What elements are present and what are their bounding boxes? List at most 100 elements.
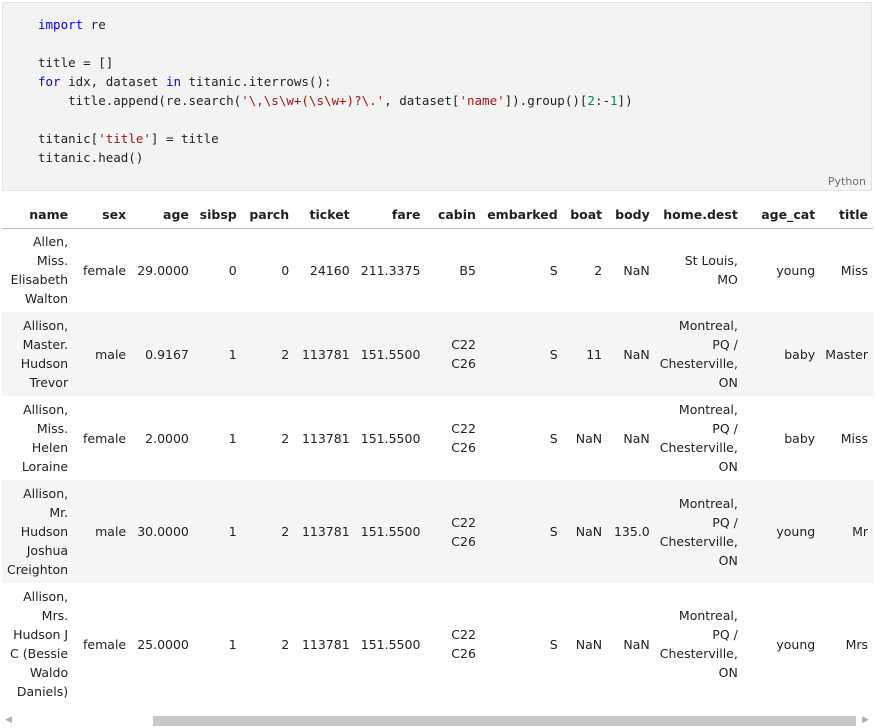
scrollbar-thumb[interactable] bbox=[153, 716, 856, 726]
code-token: ] = title bbox=[150, 131, 219, 146]
code-token: ]) bbox=[617, 93, 633, 108]
cell-parch: 2 bbox=[241, 480, 295, 583]
cell-line: Walton bbox=[24, 291, 69, 307]
code-editor[interactable]: import re title = [] for idx, dataset in t… bbox=[38, 15, 633, 167]
code-token: title = [] bbox=[38, 55, 114, 70]
table-row: Allison, Mr. Hudson Joshua Creighton male 30.0… bbox=[2, 480, 873, 583]
scroll-right-arrow-icon[interactable]: ▶ bbox=[862, 714, 869, 726]
cell-body: NaN bbox=[607, 396, 655, 480]
cell-line: Chesterville, bbox=[659, 533, 738, 549]
column-header-ticket: ticket bbox=[294, 201, 355, 229]
cell-boat: NaN bbox=[562, 583, 608, 705]
cell-sibsp: 1 bbox=[193, 583, 242, 705]
table-header-row: name sex age sibsp parch ticket fare cabin embar… bbox=[2, 201, 873, 229]
cell-age: 25.0000 bbox=[131, 583, 194, 705]
cell-fare: 211.3375 bbox=[354, 228, 426, 312]
code-token: ]).group()[ bbox=[504, 93, 588, 108]
code-cell[interactable]: import re title = [] for idx, dataset in t… bbox=[2, 2, 872, 191]
cell-name: Allison, Mr. Hudson Joshua Creighton bbox=[2, 480, 74, 583]
column-header-parch: parch bbox=[241, 201, 295, 229]
cell-line: Joshua bbox=[26, 543, 69, 558]
cell-title: Master bbox=[820, 312, 873, 396]
column-header-embarked: embarked bbox=[480, 201, 563, 229]
cell-line: Montreal, bbox=[678, 402, 738, 417]
cell-age: 29.0000 bbox=[131, 228, 194, 312]
cell-line: Allen, bbox=[33, 234, 69, 250]
cell-name: Allison, Mrs. Hudson J C (Bessie Waldo Daniel… bbox=[2, 583, 74, 705]
code-token: titanic[ bbox=[38, 131, 99, 146]
table-row: Allison, Miss. Helen Loraine female 2.0000 1 2 1… bbox=[2, 396, 873, 480]
cell-line: PQ / bbox=[712, 421, 738, 436]
cell-line: Allison, bbox=[23, 486, 69, 501]
code-token: 'name' bbox=[459, 93, 505, 108]
cell-line: Hudson bbox=[20, 524, 69, 539]
cell-line: C26 bbox=[451, 440, 476, 455]
cell-fare: 151.5500 bbox=[354, 583, 426, 705]
horizontal-scrollbar[interactable]: ◀ ▶ bbox=[0, 712, 875, 728]
cell-line: Allison, bbox=[23, 589, 69, 604]
cell-body: NaN bbox=[607, 228, 655, 312]
cell-cabin: C22 C26 bbox=[425, 396, 481, 480]
dataframe-table: name sex age sibsp parch ticket fare cabin embar… bbox=[2, 201, 873, 705]
cell-sibsp: 1 bbox=[193, 312, 242, 396]
cell-ticket: 113781 bbox=[294, 312, 355, 396]
code-token: title.append(re.search( bbox=[38, 93, 242, 108]
cell-line: Master. bbox=[22, 337, 69, 352]
cell-sex: female bbox=[73, 228, 132, 312]
cell-line: Mrs. bbox=[41, 608, 69, 623]
column-header-sex: sex bbox=[73, 201, 132, 229]
scroll-left-arrow-icon[interactable]: ◀ bbox=[5, 714, 12, 726]
cell-output: name sex age sibsp parch ticket fare cabin embar… bbox=[2, 201, 873, 707]
code-token: 1 bbox=[610, 93, 618, 108]
cell-home-dest: Montreal, PQ / Chesterville, ON bbox=[654, 312, 743, 396]
column-header-home-dest: home.dest bbox=[654, 201, 743, 229]
cell-line: Miss. bbox=[36, 421, 69, 436]
cell-title: Mrs bbox=[820, 583, 873, 705]
cell-line: C22 bbox=[451, 421, 476, 436]
column-header-age: age bbox=[131, 201, 194, 229]
code-token: , dataset[ bbox=[384, 93, 460, 108]
code-line: title = [] bbox=[38, 53, 633, 72]
cell-line: ON bbox=[718, 375, 738, 390]
cell-line: Hudson J bbox=[13, 627, 69, 642]
cell-parch: 0 bbox=[241, 228, 295, 312]
code-token: '\,\s\w+(\s\w+)?\.' bbox=[241, 93, 385, 108]
cell-body: 135.0 bbox=[607, 480, 655, 583]
column-header-boat: boat bbox=[562, 201, 608, 229]
cell-cabin: C22 C26 bbox=[425, 583, 481, 705]
cell-body: NaN bbox=[607, 312, 655, 396]
cell-boat: NaN bbox=[562, 396, 608, 480]
cell-line: Waldo bbox=[29, 665, 69, 680]
cell-line: PQ / bbox=[712, 627, 738, 642]
cell-sibsp: 0 bbox=[193, 228, 242, 312]
code-token: :- bbox=[594, 93, 611, 108]
cell-line: C26 bbox=[451, 533, 476, 549]
cell-line: Chesterville, bbox=[659, 356, 738, 371]
cell-boat: 11 bbox=[562, 312, 608, 396]
cell-line: Chesterville, bbox=[659, 646, 738, 661]
cell-fare: 151.5500 bbox=[354, 312, 426, 396]
cell-line: ON bbox=[718, 665, 738, 680]
cell-line: Trevor bbox=[29, 375, 69, 390]
code-line: titanic.head() bbox=[38, 148, 633, 167]
cell-age-cat: baby bbox=[742, 312, 821, 396]
cell-line: Montreal, bbox=[678, 608, 738, 623]
cell-home-dest: Montreal, PQ / Chesterville, ON bbox=[654, 480, 743, 583]
table-row: Allen, Miss. Elisabeth Walton female 29.0000 0… bbox=[2, 228, 873, 312]
cell-line: ON bbox=[718, 552, 738, 568]
column-header-title: title bbox=[820, 201, 873, 229]
cell-line: Mr. bbox=[49, 505, 69, 520]
cell-language-label: Python bbox=[827, 175, 866, 188]
cell-home-dest: St Louis, MO bbox=[654, 228, 743, 312]
column-header-fare: fare bbox=[354, 201, 426, 229]
code-token: 2 bbox=[587, 93, 595, 108]
cell-age-cat: young bbox=[742, 228, 821, 312]
cell-embarked: S bbox=[480, 583, 563, 705]
column-header-age-cat: age_cat bbox=[742, 201, 821, 229]
cell-embarked: S bbox=[480, 396, 563, 480]
cell-line: PQ / bbox=[712, 337, 738, 352]
cell-ticket: 113781 bbox=[294, 583, 355, 705]
cell-title: Miss bbox=[820, 228, 873, 312]
